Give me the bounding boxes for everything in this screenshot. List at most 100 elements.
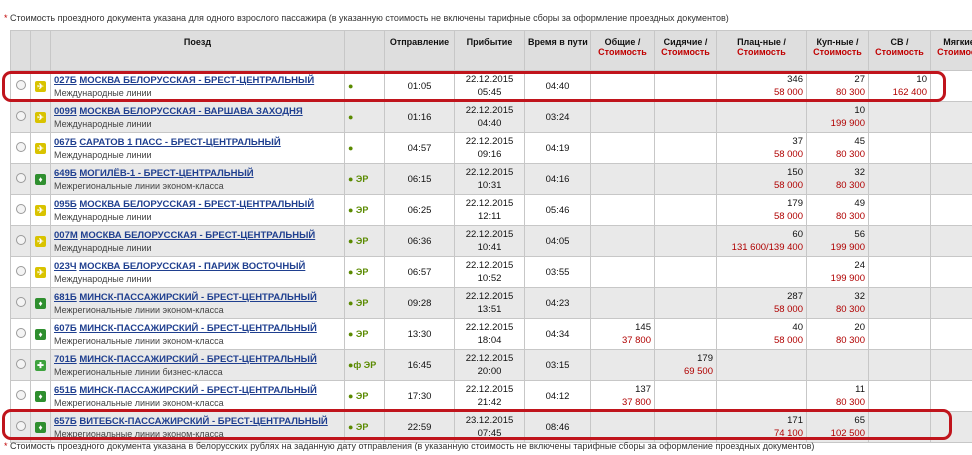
sv-cell[interactable] — [868, 318, 931, 350]
coupe-cell[interactable] — [806, 349, 869, 381]
train-route-link[interactable]: МОСКВА БЕЛОРУССКАЯ - ВАРШАВА ЗАХОДНЯ — [79, 106, 302, 117]
select-radio[interactable] — [15, 172, 26, 183]
table-row[interactable]: ♦ 607Б МИНСК-ПАССАЖИРСКИЙ - БРЕСТ-ЦЕНТРАЛ… — [10, 318, 972, 350]
train-number-link[interactable]: 607Б — [54, 323, 77, 334]
sv-cell[interactable] — [868, 380, 931, 412]
train-route-link[interactable]: МИНСК-ПАССАЖИРСКИЙ - БРЕСТ-ЦЕНТРАЛЬНЫЙ — [79, 292, 317, 303]
select-radio-cell[interactable] — [10, 318, 31, 350]
select-radio[interactable] — [15, 327, 26, 338]
platz-cell[interactable]: 60 131 600/139 400 — [716, 225, 807, 257]
seated-cell[interactable] — [654, 132, 717, 164]
common-cell[interactable] — [590, 101, 655, 133]
soft-cell[interactable] — [930, 380, 972, 412]
train-route-link[interactable]: МИНСК-ПАССАЖИРСКИЙ - БРЕСТ-ЦЕНТРАЛЬНЫЙ — [79, 354, 317, 365]
select-radio[interactable] — [15, 358, 26, 369]
select-radio-cell[interactable] — [10, 349, 31, 381]
common-cell[interactable] — [590, 70, 655, 102]
select-radio-cell[interactable] — [10, 225, 31, 257]
train-number-link[interactable]: 095Б — [54, 199, 77, 210]
train-route-link[interactable]: МОСКВА БЕЛОРУССКАЯ - ПАРИЖ ВОСТОЧНЫЙ — [79, 261, 305, 272]
coupe-cell[interactable]: 10 199 900 — [806, 101, 869, 133]
table-row[interactable]: ✈ 027Б МОСКВА БЕЛОРУССКАЯ - БРЕСТ-ЦЕНТРАЛ… — [10, 70, 972, 102]
train-number-link[interactable]: 649Б — [54, 168, 77, 179]
train-route-link[interactable]: МИНСК-ПАССАЖИРСКИЙ - БРЕСТ-ЦЕНТРАЛЬНЫЙ — [79, 323, 317, 334]
coupe-cell[interactable]: 45 80 300 — [806, 132, 869, 164]
table-row[interactable]: ✈ 009Я МОСКВА БЕЛОРУССКАЯ - ВАРШАВА ЗАХОД… — [10, 101, 972, 133]
common-cell[interactable]: 137 37 800 — [590, 380, 655, 412]
soft-cell[interactable] — [930, 132, 972, 164]
header-sv[interactable]: СВ / Стоимость — [868, 30, 931, 71]
select-radio[interactable] — [15, 420, 26, 431]
select-radio-cell[interactable] — [10, 287, 31, 319]
select-radio-cell[interactable] — [10, 411, 31, 443]
train-number-link[interactable]: 701Б — [54, 354, 77, 365]
common-cell[interactable] — [590, 411, 655, 443]
select-radio[interactable] — [15, 265, 26, 276]
train-route-link[interactable]: ВИТЕБСК-ПАССАЖИРСКИЙ - БРЕСТ-ЦЕНТРАЛЬНЫЙ — [79, 416, 327, 427]
platz-cell[interactable]: 37 58 000 — [716, 132, 807, 164]
soft-cell[interactable] — [930, 70, 972, 102]
common-cell[interactable] — [590, 194, 655, 226]
header-common[interactable]: Общие / Стоимость — [590, 30, 655, 71]
select-radio[interactable] — [15, 141, 26, 152]
sv-cell[interactable] — [868, 256, 931, 288]
select-radio-cell[interactable] — [10, 132, 31, 164]
train-number-link[interactable]: 027Б — [54, 75, 77, 86]
train-number-link[interactable]: 023Ч — [54, 261, 77, 272]
select-radio-cell[interactable] — [10, 70, 31, 102]
select-radio-cell[interactable] — [10, 380, 31, 412]
coupe-cell[interactable]: 20 80 300 — [806, 318, 869, 350]
train-number-link[interactable]: 007М — [54, 230, 78, 241]
select-radio-cell[interactable] — [10, 256, 31, 288]
platz-cell[interactable] — [716, 101, 807, 133]
header-train[interactable]: Поезд — [50, 30, 345, 71]
select-radio[interactable] — [15, 234, 26, 245]
table-row[interactable]: ♦ 681Б МИНСК-ПАССАЖИРСКИЙ - БРЕСТ-ЦЕНТРАЛ… — [10, 287, 972, 319]
train-route-link[interactable]: САРАТОВ 1 ПАСС - БРЕСТ-ЦЕНТРАЛЬНЫЙ — [79, 137, 280, 148]
header-duration[interactable]: Время в пути — [524, 30, 591, 71]
platz-cell[interactable]: 171 74 100 — [716, 411, 807, 443]
seated-cell[interactable] — [654, 163, 717, 195]
select-radio[interactable] — [15, 296, 26, 307]
platz-cell[interactable]: 346 58 000 — [716, 70, 807, 102]
table-row[interactable]: ✈ 067Б САРАТОВ 1 ПАСС - БРЕСТ-ЦЕНТРАЛЬНЫЙ… — [10, 132, 972, 164]
platz-cell[interactable] — [716, 349, 807, 381]
coupe-cell[interactable]: 32 80 300 — [806, 163, 869, 195]
coupe-cell[interactable]: 65 102 500 — [806, 411, 869, 443]
seated-cell[interactable] — [654, 411, 717, 443]
coupe-cell[interactable]: 27 80 300 — [806, 70, 869, 102]
header-arrival[interactable]: Прибытие — [454, 30, 525, 71]
soft-cell[interactable] — [930, 101, 972, 133]
sv-cell[interactable] — [868, 132, 931, 164]
soft-cell[interactable] — [930, 225, 972, 257]
soft-cell[interactable] — [930, 163, 972, 195]
table-row[interactable]: ✈ 023Ч МОСКВА БЕЛОРУССКАЯ - ПАРИЖ ВОСТОЧН… — [10, 256, 972, 288]
soft-cell[interactable] — [930, 194, 972, 226]
seated-cell[interactable] — [654, 70, 717, 102]
platz-cell[interactable] — [716, 256, 807, 288]
soft-cell[interactable] — [930, 256, 972, 288]
platz-cell[interactable]: 179 58 000 — [716, 194, 807, 226]
train-route-link[interactable]: МОСКВА БЕЛОРУССКАЯ - БРЕСТ-ЦЕНТРАЛЬНЫЙ — [79, 199, 314, 210]
header-departure[interactable]: Отправление — [384, 30, 455, 71]
select-radio[interactable] — [15, 79, 26, 90]
header-platz[interactable]: Плац-ные / Стоимость — [716, 30, 807, 71]
train-number-link[interactable]: 651Б — [54, 385, 77, 396]
common-cell[interactable] — [590, 287, 655, 319]
sv-cell[interactable] — [868, 349, 931, 381]
platz-cell[interactable] — [716, 380, 807, 412]
train-number-link[interactable]: 067Б — [54, 137, 77, 148]
table-row[interactable]: ✈ 095Б МОСКВА БЕЛОРУССКАЯ - БРЕСТ-ЦЕНТРАЛ… — [10, 194, 972, 226]
sv-cell[interactable] — [868, 225, 931, 257]
soft-cell[interactable] — [930, 349, 972, 381]
header-coupe[interactable]: Куп-ные / Стоимость — [806, 30, 869, 71]
sv-cell[interactable] — [868, 411, 931, 443]
train-route-link[interactable]: МОСКВА БЕЛОРУССКАЯ - БРЕСТ-ЦЕНТРАЛЬНЫЙ — [79, 75, 314, 86]
table-row[interactable]: ✚ 701Б МИНСК-ПАССАЖИРСКИЙ - БРЕСТ-ЦЕНТРАЛ… — [10, 349, 972, 381]
platz-cell[interactable]: 150 58 000 — [716, 163, 807, 195]
table-row[interactable]: ♦ 649Б МОГИЛЁВ-1 - БРЕСТ-ЦЕНТРАЛЬНЫЙ Межре… — [10, 163, 972, 195]
seated-cell[interactable] — [654, 287, 717, 319]
select-radio-cell[interactable] — [10, 194, 31, 226]
platz-cell[interactable]: 40 58 000 — [716, 318, 807, 350]
train-route-link[interactable]: МОГИЛЁВ-1 - БРЕСТ-ЦЕНТРАЛЬНЫЙ — [79, 168, 253, 179]
